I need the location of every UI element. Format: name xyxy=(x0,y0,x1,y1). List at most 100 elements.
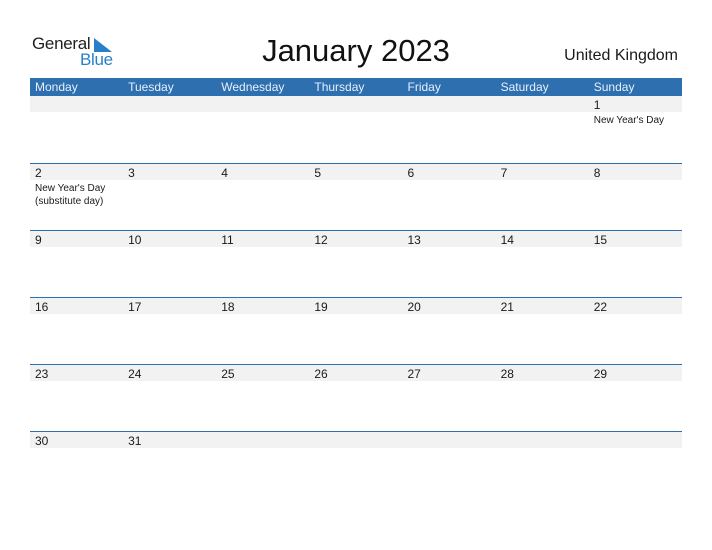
day-cell: 17 xyxy=(123,297,216,315)
day-cell: 1 New Year's Day xyxy=(589,96,682,127)
holiday-label: New Year's Day xyxy=(593,115,665,126)
day-cell xyxy=(496,431,589,449)
day-number: 26 xyxy=(314,367,328,381)
day-number: 21 xyxy=(500,300,514,314)
day-number: 22 xyxy=(593,300,608,314)
day-number: 16 xyxy=(35,300,49,314)
day-cell: 30 xyxy=(30,431,123,449)
day-cell: 11 xyxy=(216,230,309,248)
day-number: 24 xyxy=(128,367,142,381)
day-cell: 31 xyxy=(123,431,216,449)
day-number xyxy=(314,433,402,449)
country-label: United Kingdom xyxy=(564,47,678,64)
day-cell: 27 xyxy=(403,364,496,382)
day-cell xyxy=(216,96,309,127)
day-number: 23 xyxy=(35,367,49,381)
day-number: 20 xyxy=(407,300,421,314)
day-cell: 23 xyxy=(30,364,123,382)
day-cell: 12 xyxy=(309,230,402,248)
day-number xyxy=(501,433,589,449)
week-row: 16 17 18 19 20 21 22 xyxy=(30,297,682,364)
day-number: 28 xyxy=(500,367,514,381)
day-number: 2 xyxy=(35,166,42,180)
day-number: 30 xyxy=(35,434,49,448)
day-number: 11 xyxy=(221,233,234,247)
day-cell: 18 xyxy=(216,297,309,315)
day-cell xyxy=(216,431,309,449)
day-number: 29 xyxy=(593,367,608,381)
week-row: 1 New Year's Day xyxy=(30,96,682,163)
day-number: 18 xyxy=(221,300,235,314)
weekday-friday: Friday xyxy=(407,80,441,94)
weekday-monday: Monday xyxy=(35,80,78,94)
day-number xyxy=(408,433,496,449)
day-number xyxy=(128,97,216,113)
day-number xyxy=(221,433,309,449)
calendar-grid: Monday Tuesday Wednesday Thursday Friday… xyxy=(30,78,682,498)
day-cell: 19 xyxy=(309,297,402,315)
day-number: 19 xyxy=(314,300,328,314)
day-number: 27 xyxy=(407,367,421,381)
week-row: 2 New Year's Day (substitute day) 3 4 5 6 7 8 xyxy=(30,163,682,230)
day-cell xyxy=(403,96,496,127)
weeks-container: 1 New Year's Day 2 New Year's Day (substitut… xyxy=(30,96,682,498)
day-cell: 20 xyxy=(403,297,496,315)
day-number: 5 xyxy=(314,166,322,180)
day-cell: 8 xyxy=(589,163,682,208)
weekday-header: Monday Tuesday Wednesday Thursday Friday… xyxy=(30,78,682,96)
day-cell: 9 xyxy=(30,230,123,248)
day-number: 7 xyxy=(500,166,508,180)
day-cell: 4 xyxy=(216,163,309,208)
day-number xyxy=(35,97,123,113)
day-number xyxy=(221,97,309,113)
day-cell xyxy=(30,96,123,127)
weekday-thursday: Thursday xyxy=(314,80,365,94)
day-number xyxy=(314,97,402,113)
day-cell: 26 xyxy=(309,364,402,382)
day-cell: 28 xyxy=(496,364,589,382)
day-number: 9 xyxy=(35,233,42,247)
day-number: 4 xyxy=(221,166,228,180)
day-cell: 16 xyxy=(30,297,123,315)
day-number: 1 xyxy=(593,98,601,112)
holiday-note: (substitute day) xyxy=(35,196,104,207)
day-cell: 29 xyxy=(589,364,682,382)
weekday-wednesday: Wednesday xyxy=(221,80,285,94)
weekday-sunday: Sunday xyxy=(593,80,635,94)
day-cell: 6 xyxy=(403,163,496,208)
day-number: 25 xyxy=(221,367,235,381)
weekday-saturday: Saturday xyxy=(500,80,549,94)
week-row: 9 10 11 12 13 14 15 xyxy=(30,230,682,297)
week-row: 23 24 25 26 27 28 29 xyxy=(30,364,682,431)
day-number: 8 xyxy=(593,166,601,180)
day-cell: 21 xyxy=(496,297,589,315)
day-number: 3 xyxy=(128,166,135,180)
weekday-tuesday: Tuesday xyxy=(128,80,174,94)
day-number: 15 xyxy=(593,233,608,247)
day-cell: 25 xyxy=(216,364,309,382)
day-number: 6 xyxy=(407,166,415,180)
day-number: 17 xyxy=(128,300,142,314)
day-cell: 2 New Year's Day (substitute day) xyxy=(30,163,123,208)
day-number: 13 xyxy=(407,233,421,247)
day-cell xyxy=(589,431,682,449)
day-cell: 14 xyxy=(496,230,589,248)
day-cell: 10 xyxy=(123,230,216,248)
day-number: 12 xyxy=(314,233,328,247)
week-row: 30 31 xyxy=(30,431,682,498)
day-cell xyxy=(309,96,402,127)
day-cell: 22 xyxy=(589,297,682,315)
day-cell: 15 xyxy=(589,230,682,248)
day-cell: 24 xyxy=(123,364,216,382)
day-cell xyxy=(309,431,402,449)
holiday-label: New Year's Day xyxy=(35,183,106,194)
day-cell: 7 xyxy=(496,163,589,208)
day-number xyxy=(501,97,589,113)
day-cell xyxy=(403,431,496,449)
day-number xyxy=(594,433,682,449)
day-cell xyxy=(123,96,216,127)
day-cell: 5 xyxy=(309,163,402,208)
day-cell xyxy=(496,96,589,127)
day-number: 31 xyxy=(128,434,142,448)
day-number: 10 xyxy=(128,233,142,247)
